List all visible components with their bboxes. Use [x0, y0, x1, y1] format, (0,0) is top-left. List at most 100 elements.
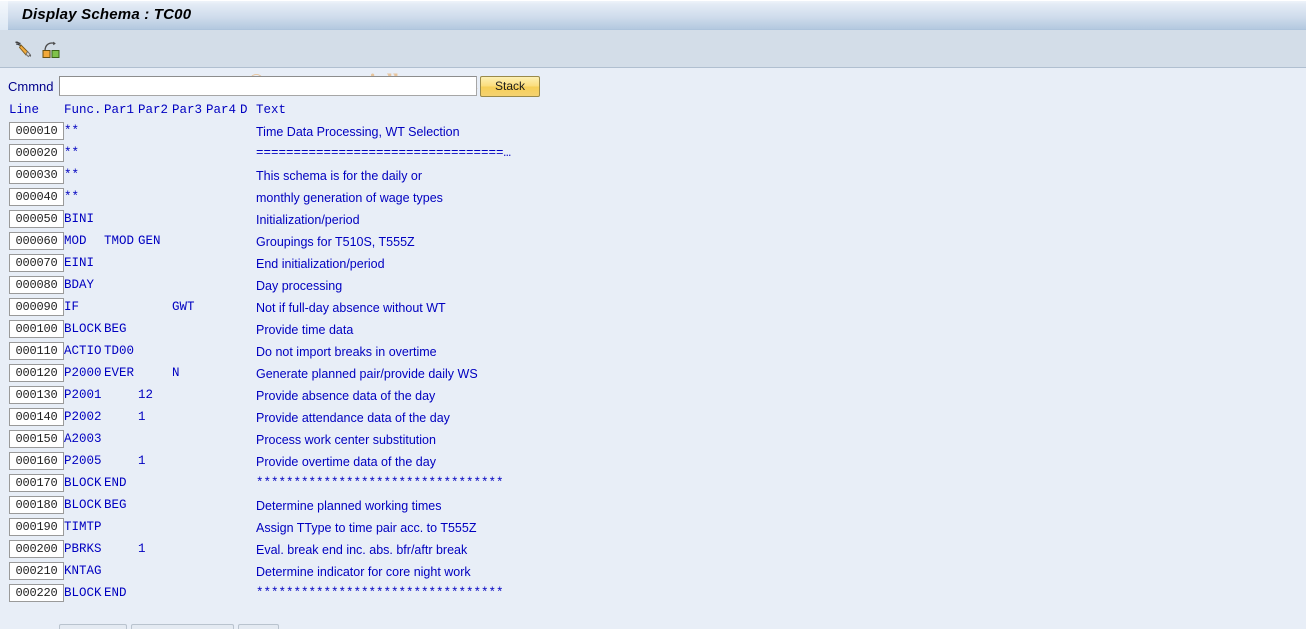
table-row[interactable]: 000150 A2003 Process work center substitut…	[0, 430, 1306, 452]
bottom-button-2[interactable]	[131, 624, 234, 629]
navigate-graph-icon[interactable]	[40, 38, 62, 60]
cell-text[interactable]: Time Data Processing, WT Selection	[256, 124, 460, 140]
cell-par3[interactable]: N	[172, 365, 180, 381]
line-number-field[interactable]: 000090	[9, 298, 64, 316]
line-number-field[interactable]: 000100	[9, 320, 64, 338]
line-number-field[interactable]: 000070	[9, 254, 64, 272]
table-row[interactable]: 000080 BDAY Day processing	[0, 276, 1306, 298]
line-number-field[interactable]: 000060	[9, 232, 64, 250]
cell-func[interactable]: **	[64, 189, 79, 205]
cell-par2[interactable]: 1	[138, 453, 146, 469]
cell-func[interactable]: BLOCK	[64, 321, 102, 337]
cell-text[interactable]: Assign TType to time pair acc. to T555Z	[256, 520, 476, 536]
cell-text[interactable]: Provide absence data of the day	[256, 388, 435, 404]
cell-text[interactable]: Determine indicator for core night work	[256, 564, 471, 580]
line-number-field[interactable]: 000110	[9, 342, 64, 360]
cell-func[interactable]: BINI	[64, 211, 94, 227]
cell-par1[interactable]: TMOD	[104, 233, 134, 249]
bottom-button-1[interactable]	[59, 624, 127, 629]
table-row[interactable]: 000130 P2001 12 Provide absence data of the…	[0, 386, 1306, 408]
cell-text[interactable]: Groupings for T510S, T555Z	[256, 234, 415, 250]
cell-text[interactable]: Generate planned pair/provide daily WS	[256, 366, 478, 382]
cell-par2[interactable]: 1	[138, 541, 146, 557]
cell-func[interactable]: BDAY	[64, 277, 94, 293]
cell-text[interactable]: This schema is for the daily or	[256, 168, 422, 184]
line-number-field[interactable]: 000080	[9, 276, 64, 294]
table-row[interactable]: 000220 BLOCK END **************************…	[0, 584, 1306, 606]
cell-func[interactable]: TIMTP	[64, 519, 102, 535]
cell-text[interactable]: Initialization/period	[256, 212, 360, 228]
line-number-field[interactable]: 000120	[9, 364, 64, 382]
table-row[interactable]: 000010 ** Time Data Processing, WT Selecti…	[0, 122, 1306, 144]
cell-func[interactable]: KNTAG	[64, 563, 102, 579]
table-row[interactable]: 000090 IF GWT Not if full-day absence witho…	[0, 298, 1306, 320]
edit-pencil-icon[interactable]	[12, 38, 34, 60]
cell-text[interactable]: Determine planned working times	[256, 498, 442, 514]
line-number-field[interactable]: 000010	[9, 122, 64, 140]
table-row[interactable]: 000040 ** monthly generation of wage types	[0, 188, 1306, 210]
cell-text[interactable]: Provide overtime data of the day	[256, 454, 436, 470]
cell-text[interactable]: monthly generation of wage types	[256, 190, 443, 206]
cell-func[interactable]: PBRKS	[64, 541, 102, 557]
cell-func[interactable]: EINI	[64, 255, 94, 271]
cell-text[interactable]: Eval. break end inc. abs. bfr/aftr break	[256, 542, 467, 558]
cell-func[interactable]: **	[64, 145, 79, 161]
table-row[interactable]: 000060 MOD TMOD GEN Groupings for T510S, T55…	[0, 232, 1306, 254]
table-row[interactable]: 000030 ** This schema is for the daily or	[0, 166, 1306, 188]
bottom-button-3[interactable]	[238, 624, 279, 629]
cell-func[interactable]: P2002	[64, 409, 102, 425]
table-row[interactable]: 000110 ACTIO TD00 Do not import breaks in o…	[0, 342, 1306, 364]
cell-par1[interactable]: END	[104, 585, 127, 601]
cell-func[interactable]: P2005	[64, 453, 102, 469]
cell-func[interactable]: BLOCK	[64, 475, 102, 491]
cell-func[interactable]: P2001	[64, 387, 102, 403]
line-number-field[interactable]: 000210	[9, 562, 64, 580]
cell-func[interactable]: **	[64, 123, 79, 139]
cell-func[interactable]: A2003	[64, 431, 102, 447]
table-row[interactable]: 000070 EINI End initialization/period	[0, 254, 1306, 276]
cell-func[interactable]: **	[64, 167, 79, 183]
cell-func[interactable]: P2000	[64, 365, 102, 381]
cell-par2[interactable]: GEN	[138, 233, 161, 249]
cell-func[interactable]: IF	[64, 299, 79, 315]
cell-text[interactable]: =================================…	[256, 145, 511, 161]
table-row[interactable]: 000180 BLOCK BEG Determine planned working …	[0, 496, 1306, 518]
cell-par1[interactable]: EVER	[104, 365, 134, 381]
cell-par1[interactable]: BEG	[104, 321, 127, 337]
cell-text[interactable]: Not if full-day absence without WT	[256, 300, 446, 316]
line-number-field[interactable]: 000200	[9, 540, 64, 558]
table-row[interactable]: 000170 BLOCK END **************************…	[0, 474, 1306, 496]
cell-func[interactable]: BLOCK	[64, 497, 102, 513]
table-row[interactable]: 000210 KNTAG Determine indicator for core …	[0, 562, 1306, 584]
line-number-field[interactable]: 000030	[9, 166, 64, 184]
table-row[interactable]: 000140 P2002 1 Provide attendance data of t…	[0, 408, 1306, 430]
line-number-field[interactable]: 000150	[9, 430, 64, 448]
cell-func[interactable]: BLOCK	[64, 585, 102, 601]
cell-text[interactable]: End initialization/period	[256, 256, 385, 272]
cell-par3[interactable]: GWT	[172, 299, 195, 315]
table-row[interactable]: 000200 PBRKS 1 Eval. break end inc. abs. bf…	[0, 540, 1306, 562]
table-row[interactable]: 000120 P2000 EVER N Generate planned pair/pr…	[0, 364, 1306, 386]
line-number-field[interactable]: 000180	[9, 496, 64, 514]
cell-par1[interactable]: TD00	[104, 343, 134, 359]
line-number-field[interactable]: 000220	[9, 584, 64, 602]
cell-text[interactable]: Provide time data	[256, 322, 353, 338]
line-number-field[interactable]: 000140	[9, 408, 64, 426]
cell-text[interactable]: Process work center substitution	[256, 432, 436, 448]
line-number-field[interactable]: 000020	[9, 144, 64, 162]
line-number-field[interactable]: 000170	[9, 474, 64, 492]
table-row[interactable]: 000190 TIMTP Assign TType to time pair acc…	[0, 518, 1306, 540]
cell-text[interactable]: Do not import breaks in overtime	[256, 344, 437, 360]
cell-par2[interactable]: 12	[138, 387, 153, 403]
table-row[interactable]: 000100 BLOCK BEG Provide time data	[0, 320, 1306, 342]
line-number-field[interactable]: 000040	[9, 188, 64, 206]
command-input[interactable]	[59, 76, 477, 96]
cell-text[interactable]: *********************************	[256, 585, 504, 601]
cell-text[interactable]: Day processing	[256, 278, 342, 294]
cell-par2[interactable]: 1	[138, 409, 146, 425]
cell-par1[interactable]: END	[104, 475, 127, 491]
line-number-field[interactable]: 000050	[9, 210, 64, 228]
table-row[interactable]: 000160 P2005 1 Provide overtime data of the…	[0, 452, 1306, 474]
table-row[interactable]: 000050 BINI Initialization/period	[0, 210, 1306, 232]
table-row[interactable]: 000020 ** ================================…	[0, 144, 1306, 166]
